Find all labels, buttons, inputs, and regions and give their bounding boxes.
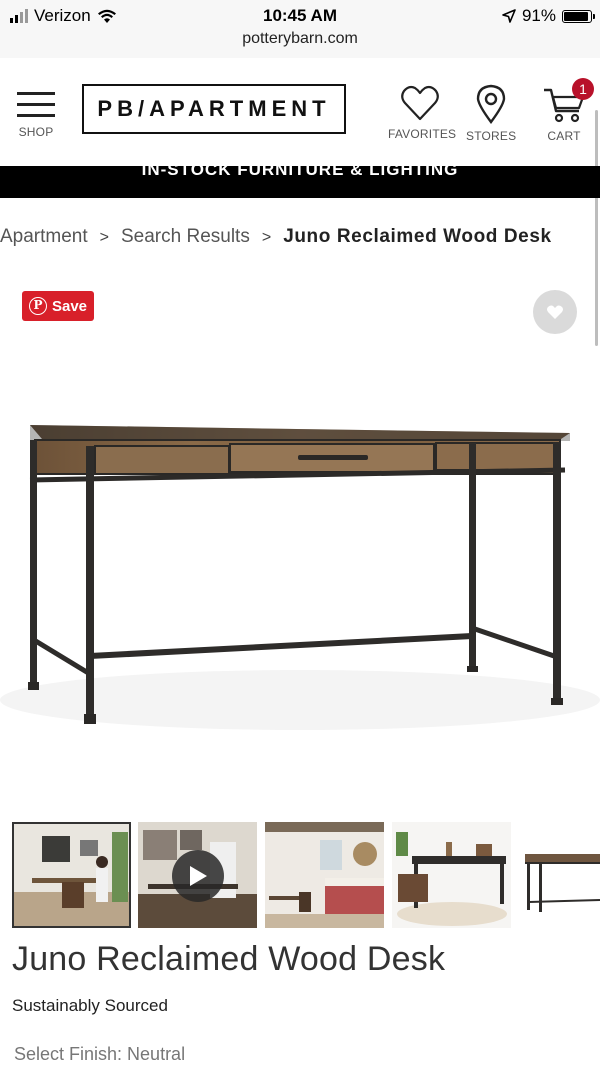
battery-status: 91% xyxy=(502,6,595,26)
thumbnail-desk-rug[interactable] xyxy=(392,822,511,928)
product-hero-image[interactable] xyxy=(0,380,600,760)
play-video-button[interactable] xyxy=(172,850,224,902)
thumbnail-office-scene[interactable] xyxy=(12,822,131,928)
heart-icon xyxy=(547,305,563,319)
stores-label: STORES xyxy=(466,129,517,143)
pinterest-icon: P xyxy=(28,297,47,315)
scroll-indicator[interactable] xyxy=(595,110,598,346)
sustainability-tag: Sustainably Sourced xyxy=(12,996,168,1015)
hamburger-icon xyxy=(17,92,55,117)
favorites-label: FAVORITES xyxy=(388,127,457,141)
thumbnail-video[interactable] xyxy=(138,822,257,928)
battery-icon xyxy=(562,9,595,23)
stores-button[interactable]: STORES xyxy=(466,84,516,143)
play-icon xyxy=(190,866,207,886)
cart-button[interactable]: 1 CART xyxy=(540,78,594,143)
status-bar: Verizon 10:45 AM 91% potterybarn.com xyxy=(0,0,600,58)
map-pin-icon xyxy=(476,84,506,125)
location-arrow-icon xyxy=(502,9,516,23)
pinterest-save-button[interactable]: P Save xyxy=(22,291,94,321)
breadcrumb-separator: > xyxy=(99,229,109,246)
battery-percent: 91% xyxy=(521,6,556,25)
url-bar[interactable]: potterybarn.com xyxy=(0,30,600,48)
select-finish-label[interactable]: Select Finish: Neutral xyxy=(14,1044,185,1065)
thumbnail-desk-side[interactable] xyxy=(519,822,600,928)
battery-fill xyxy=(564,11,588,21)
shop-menu-button[interactable]: SHOP xyxy=(14,90,58,139)
add-favorite-button[interactable] xyxy=(533,290,577,334)
site-header: SHOP PB/APARTMENT FAVORITES STORES 1 CAR… xyxy=(0,58,600,166)
breadcrumb-search-results[interactable]: Search Results xyxy=(121,226,250,247)
breadcrumb-apartment[interactable]: Apartment xyxy=(0,226,88,247)
cart-count-badge: 1 xyxy=(572,78,594,100)
breadcrumb-separator: > xyxy=(261,229,272,246)
save-label: Save xyxy=(51,297,88,315)
favorites-button[interactable]: FAVORITES xyxy=(388,84,457,141)
promo-banner-text: IN-STOCK FURNITURE & LIGHTING xyxy=(141,166,459,179)
cart-label: CART xyxy=(547,129,581,143)
shop-label: SHOP xyxy=(18,125,54,139)
site-logo[interactable]: PB/APARTMENT xyxy=(82,84,346,134)
thumbnail-bedroom-scene[interactable] xyxy=(265,822,384,928)
breadcrumb: Apartment > Search Results > Juno Reclaimed … xyxy=(0,226,552,248)
heart-icon xyxy=(401,85,439,121)
thumbnail-strip[interactable] xyxy=(0,822,600,930)
promo-banner[interactable]: IN-STOCK FURNITURE & LIGHTING xyxy=(0,166,600,198)
product-title: Juno Reclaimed Wood Desk xyxy=(12,940,446,978)
breadcrumb-current: Juno Reclaimed Wood Desk xyxy=(283,226,552,247)
